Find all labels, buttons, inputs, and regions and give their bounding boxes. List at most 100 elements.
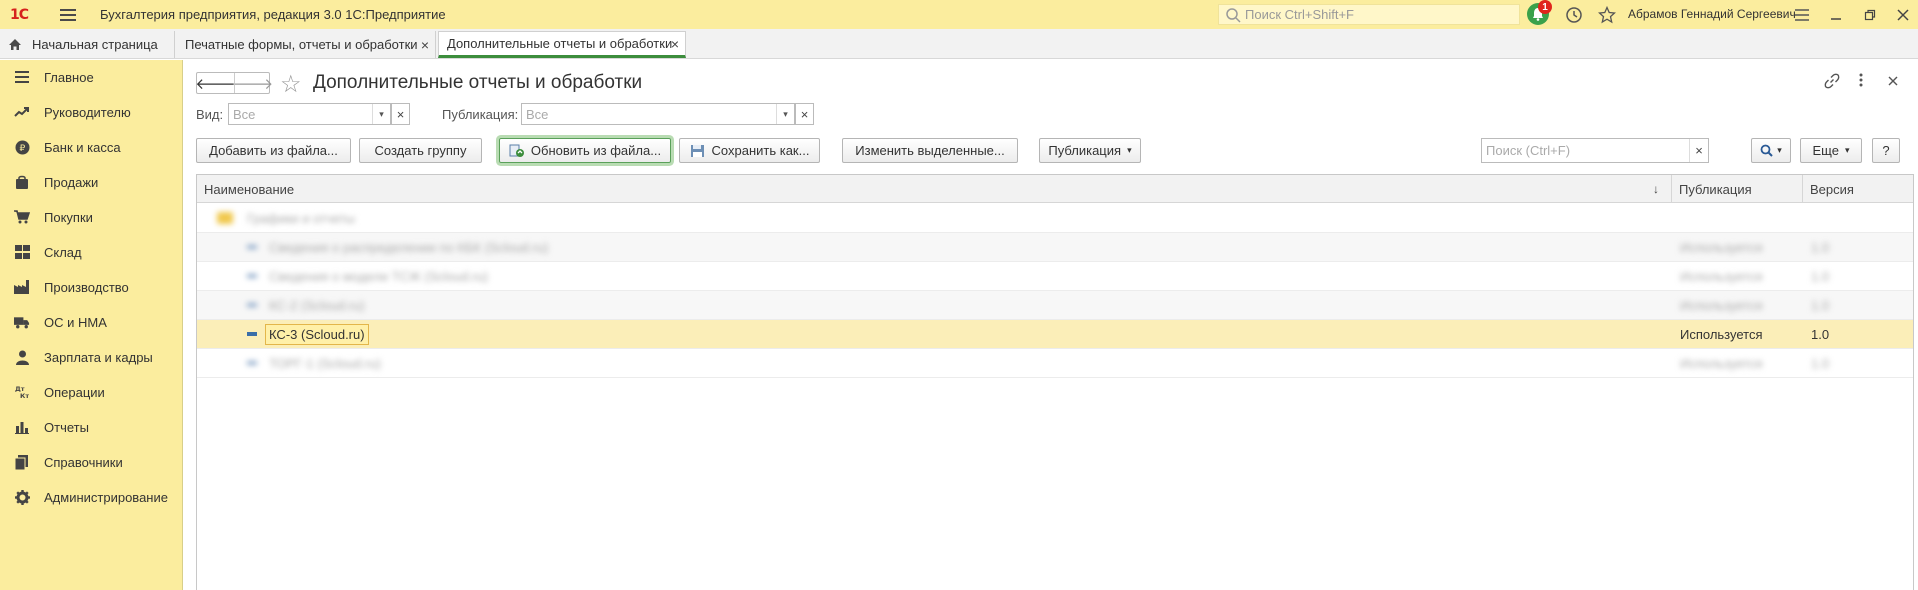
back-arrow-icon[interactable]: 🡐	[195, 73, 235, 93]
sidebar-item-operations[interactable]: Дт Кт Операции	[0, 375, 183, 409]
tab-close-icon[interactable]: ×	[421, 37, 429, 53]
global-search-placeholder: Поиск Ctrl+Shift+F	[1245, 7, 1354, 22]
filter-view-label: Вид:	[196, 107, 224, 122]
favorite-star-icon[interactable]: ☆	[280, 70, 302, 99]
search-clear-icon[interactable]: ×	[1689, 139, 1708, 162]
report-item-icon	[247, 332, 257, 336]
table-row[interactable]: Графики и отчеты	[197, 204, 1913, 233]
person-icon	[14, 349, 30, 365]
more-actions-icon[interactable]	[1859, 73, 1863, 90]
more-button[interactable]: Еще ▾	[1800, 138, 1862, 163]
row-publication: Используется	[1680, 326, 1763, 342]
tab-close-icon[interactable]: ×	[671, 36, 679, 52]
gear-icon	[14, 489, 30, 505]
sidebar-item-warehouse[interactable]: Склад	[0, 235, 183, 269]
title-bar: 1С Бухгалтерия предприятия, редакция 3.0…	[0, 0, 1918, 29]
link-icon[interactable]	[1824, 73, 1840, 92]
publication-dropdown-button[interactable]: Публикация ▾	[1039, 138, 1141, 163]
create-group-button[interactable]: Создать группу	[359, 138, 482, 163]
row-publication: Используется	[1680, 355, 1763, 371]
help-button[interactable]: ?	[1872, 138, 1900, 163]
favorites-star-icon[interactable]	[1597, 5, 1617, 25]
forward-arrow-icon[interactable]: 🡒	[233, 73, 273, 93]
sidebar-item-main[interactable]: Главное	[0, 60, 183, 94]
update-from-file-button[interactable]: Обновить из файла...	[499, 138, 671, 163]
filter-publication-placeholder: Все	[526, 106, 549, 122]
sidebar-item-label: Банк и касса	[44, 139, 121, 155]
filter-publication-select[interactable]: Все ▾	[521, 103, 795, 125]
tab-print-forms-label: Печатные формы, отчеты и обработки	[185, 37, 418, 52]
tab-print-forms[interactable]: Печатные формы, отчеты и обработки ×	[177, 31, 436, 58]
chevron-down-icon[interactable]: ▾	[372, 104, 390, 124]
tab-home[interactable]: Начальная страница	[0, 31, 175, 58]
search-icon	[1760, 144, 1773, 157]
filter-view-select[interactable]: Все ▾	[228, 103, 391, 125]
filter-publication-clear-icon[interactable]: ×	[795, 103, 814, 125]
sidebar-item-administration[interactable]: Администрирование	[0, 480, 183, 514]
table-row[interactable]: Сведения о распределении по КБК (Scloud.…	[197, 233, 1913, 262]
history-icon[interactable]	[1564, 5, 1584, 25]
global-search-input[interactable]: Поиск Ctrl+Shift+F	[1218, 4, 1520, 25]
chevron-down-icon: ▾	[1844, 145, 1850, 155]
books-icon	[14, 454, 30, 470]
close-window-icon[interactable]	[1893, 5, 1913, 25]
svg-text:₽: ₽	[19, 144, 25, 154]
filter-publication-label: Публикация:	[442, 107, 519, 122]
list-search-placeholder: Поиск (Ctrl+F)	[1486, 143, 1571, 158]
row-name[interactable]: КС-3 (Scloud.ru)	[265, 323, 369, 345]
table-row[interactable]: КС-2 (Scloud.ru) Используется 1.0	[197, 291, 1913, 320]
truck-icon	[14, 314, 30, 330]
settings-menu-icon[interactable]	[1792, 5, 1812, 25]
row-publication: Используется	[1680, 239, 1763, 255]
close-form-icon[interactable]	[1888, 73, 1898, 89]
save-as-label: Сохранить как...	[711, 143, 810, 158]
sidebar-item-references[interactable]: Справочники	[0, 445, 183, 479]
update-file-icon	[509, 144, 524, 157]
search-options-button[interactable]: ▾	[1751, 138, 1791, 163]
filter-view-clear-icon[interactable]: ×	[391, 103, 410, 125]
row-name: Графики и отчеты	[247, 210, 355, 226]
ruble-icon: ₽	[14, 139, 30, 155]
restore-window-icon[interactable]	[1860, 5, 1880, 25]
sidebar-item-label: Производство	[44, 279, 129, 295]
filter-view-placeholder: Все	[233, 106, 256, 122]
user-name[interactable]: Абрамов Геннадий Сергеевич	[1628, 7, 1796, 21]
sidebar-item-label: Главное	[44, 69, 94, 85]
tab-home-label: Начальная страница	[32, 37, 158, 52]
save-as-button[interactable]: Сохранить как...	[679, 138, 820, 163]
change-selected-button[interactable]: Изменить выделенные...	[842, 138, 1018, 163]
sidebar-item-purchases[interactable]: Покупки	[0, 200, 183, 234]
tab-bar: Начальная страница Печатные формы, отчет…	[0, 29, 1918, 59]
chevron-down-icon[interactable]: ▾	[776, 104, 794, 124]
table-row-selected[interactable]: КС-3 (Scloud.ru) Используется 1.0	[197, 320, 1913, 349]
table-row[interactable]: Сведения о модели ТСЖ (Scloud.ru) Исполь…	[197, 262, 1913, 291]
list-search-input[interactable]: Поиск (Ctrl+F) ×	[1481, 138, 1709, 163]
main-menu-icon[interactable]	[60, 8, 76, 21]
sidebar-item-production[interactable]: Производство	[0, 270, 183, 304]
sidebar-item-label: Покупки	[44, 209, 93, 225]
column-header-version[interactable]: Версия	[1803, 175, 1913, 203]
sidebar-item-reports[interactable]: Отчеты	[0, 410, 183, 444]
trend-icon	[14, 104, 30, 120]
tab-additional-reports[interactable]: Дополнительные отчеты и обработки ×	[438, 31, 686, 58]
navigation-buttons: 🡐 🡒	[195, 72, 273, 94]
add-from-file-button[interactable]: Добавить из файла...	[196, 138, 351, 163]
report-item-icon	[247, 245, 257, 249]
sidebar-item-salary[interactable]: Зарплата и кадры	[0, 340, 183, 374]
column-header-name[interactable]: Наименование ↓	[197, 175, 1672, 203]
svg-text:Кт: Кт	[20, 392, 29, 399]
table-row[interactable]: ТОРГ-1 (Scloud.ru) Используется 1.0	[197, 349, 1913, 378]
page-title: Дополнительные отчеты и обработки	[313, 72, 643, 93]
app-title: Бухгалтерия предприятия, редакция 3.0 1С…	[100, 7, 446, 22]
sidebar-item-manager[interactable]: Руководителю	[0, 95, 183, 129]
sidebar-item-sales[interactable]: Продажи	[0, 165, 183, 199]
column-header-name-label: Наименование	[204, 181, 295, 197]
column-header-publication[interactable]: Публикация	[1672, 175, 1803, 203]
folder-icon	[217, 212, 233, 224]
sidebar-item-assets[interactable]: ОС и НМА	[0, 305, 183, 339]
row-name: Сведения о модели ТСЖ (Scloud.ru)	[269, 268, 489, 284]
bag-icon	[14, 174, 30, 190]
sidebar-item-bank[interactable]: ₽ Банк и касса	[0, 130, 183, 164]
minimize-icon[interactable]	[1826, 5, 1846, 25]
dt-kt-icon: Дт Кт	[14, 384, 30, 400]
